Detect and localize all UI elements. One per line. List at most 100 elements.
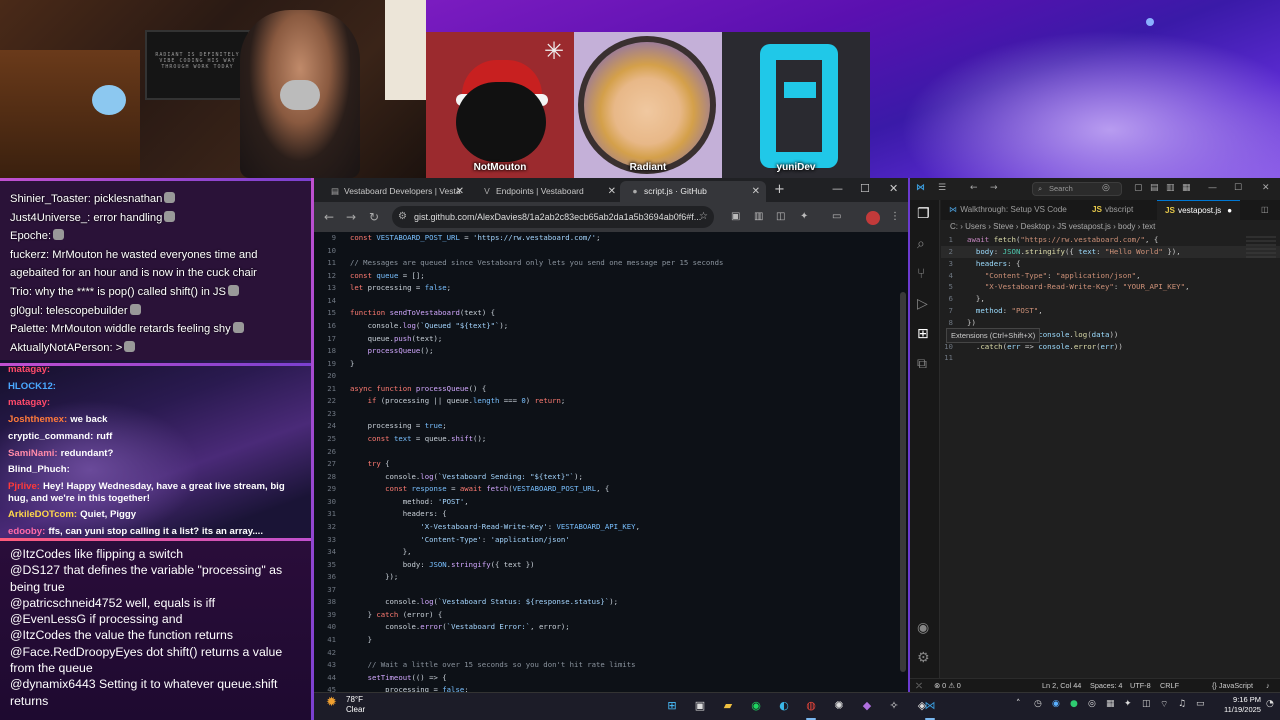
breadcrumb[interactable]: C: › Users › Steve › Desktop › JS vestap…: [950, 222, 1155, 231]
browser-tab-active[interactable]: ● script.js · GitHub ✕: [620, 181, 766, 202]
profile-avatar[interactable]: [866, 211, 880, 225]
chat-mention[interactable]: @DS127: [10, 563, 60, 577]
obsidian-icon[interactable]: ◆: [859, 698, 875, 714]
address-bar[interactable]: ⚙ gist.github.com/AlexDavies8/1a2ab2c83e…: [392, 206, 714, 228]
extension-icon[interactable]: ▥: [754, 211, 763, 222]
code-editor[interactable]: 1 await fetch("https://rw.vestaboard.com/…: [941, 234, 1280, 678]
chat-mention[interactable]: @EvenLessG: [10, 612, 86, 626]
maximize-icon[interactable]: ☐: [1234, 183, 1242, 193]
back-icon[interactable]: ←: [970, 183, 978, 193]
tray-icon[interactable]: ◫: [1142, 699, 1151, 709]
tray-icon[interactable]: ✦: [1124, 699, 1132, 709]
run-debug-icon[interactable]: ▷: [917, 296, 928, 312]
notifications-bell-icon[interactable]: ♪: [1266, 679, 1270, 692]
unsaved-dot-icon[interactable]: ●: [1227, 206, 1232, 215]
edge-icon[interactable]: ◐: [776, 698, 792, 714]
copilot-icon[interactable]: ◎: [1102, 183, 1110, 193]
minimize-icon[interactable]: —: [832, 182, 843, 195]
extensions-puzzle-icon[interactable]: ✦: [800, 211, 808, 222]
reload-icon[interactable]: ↻: [369, 210, 379, 224]
new-tab-button[interactable]: +: [774, 182, 785, 197]
account-icon[interactable]: ◉: [917, 620, 929, 636]
source-control-icon[interactable]: ⑂: [917, 266, 925, 282]
media-icon[interactable]: ▭: [832, 211, 841, 222]
site-info-icon[interactable]: ⚙: [398, 206, 407, 228]
cursor-position[interactable]: Ln 2, Col 44: [1042, 679, 1081, 692]
editor-line[interactable]: 2 body: JSON.stringify({ text: "Hello Wo…: [941, 245, 1280, 258]
chat-mention[interactable]: @patricschneid4752: [10, 596, 122, 610]
forward-icon[interactable]: →: [990, 183, 998, 193]
close-tab-icon[interactable]: ✕: [608, 181, 616, 202]
back-icon[interactable]: ←: [324, 210, 334, 224]
chat-username[interactable]: Blind_Phuch:: [8, 464, 70, 475]
tray-icon[interactable]: ▦: [1106, 699, 1115, 709]
browser-tab[interactable]: ▤ Vestaboard Developers | Vesta ✕: [320, 181, 470, 202]
remote-status-icon[interactable]: ⤫: [916, 679, 922, 692]
scrollbar[interactable]: [900, 292, 906, 672]
extension-icon[interactable]: ◫: [776, 211, 785, 222]
close-window-icon[interactable]: ✕: [1262, 183, 1270, 193]
wifi-icon[interactable]: ⌔: [1160, 699, 1168, 710]
tab-walkthrough[interactable]: ⋈ Walkthrough: Setup VS Code: [941, 200, 1075, 220]
tray-overflow-icon[interactable]: ˄: [1016, 699, 1021, 709]
chat-username[interactable]: edooby:: [8, 526, 45, 537]
tray-icon[interactable]: ●: [1070, 699, 1078, 709]
line-ending[interactable]: CRLF: [1160, 679, 1179, 692]
encoding[interactable]: UTF-8: [1130, 679, 1151, 692]
app-icon[interactable]: ✺: [831, 698, 847, 714]
file-explorer-icon[interactable]: ▰: [720, 698, 736, 714]
editor-line[interactable]: 5 "X-Vestaboard-Read-Write-Key": "YOUR_A…: [941, 281, 1280, 293]
close-tab-icon[interactable]: ✕: [752, 181, 760, 202]
extension-icon[interactable]: ▣: [731, 211, 740, 222]
editor-line[interactable]: 6 },: [941, 293, 1280, 305]
chat-username[interactable]: ArkileDOTcom:: [8, 509, 77, 520]
tab-vestapost[interactable]: JS vestapost.js ●: [1157, 200, 1241, 220]
explorer-icon[interactable]: ❐: [917, 206, 930, 222]
chat-username[interactable]: Joshthemex:: [8, 414, 67, 425]
editor-line[interactable]: 1 await fetch("https://rw.vestaboard.com/…: [941, 234, 1280, 246]
start-windows-icon[interactable]: ⊞: [664, 698, 680, 714]
volume-icon[interactable]: ♫: [1178, 699, 1186, 709]
notification-bell-icon[interactable]: ◔: [1266, 699, 1274, 709]
layout-icon[interactable]: ▦: [1182, 183, 1191, 193]
bookmark-star-icon[interactable]: ☆: [699, 211, 708, 222]
layout-icon[interactable]: ▥: [1166, 183, 1175, 193]
forward-icon[interactable]: →: [346, 210, 356, 224]
chat-mention[interactable]: @ItzCodes: [10, 547, 71, 561]
extensions-icon[interactable]: ⊞: [917, 326, 929, 342]
chat-mention[interactable]: @Face.RedDroopyEyes: [10, 645, 143, 659]
language-mode[interactable]: {} JavaScript: [1212, 679, 1253, 692]
chat-username[interactable]: HLOCK12:: [8, 381, 56, 392]
settings-gear-icon[interactable]: ⚙: [917, 650, 930, 666]
problems-status[interactable]: ⊗ 0 ⚠ 0: [934, 679, 961, 692]
editor-line[interactable]: 7 method: "POST",: [941, 305, 1280, 317]
remote-icon[interactable]: ⧉: [917, 356, 927, 372]
chat-username[interactable]: Pjrlive:: [8, 481, 40, 492]
tray-icon[interactable]: ◉: [1052, 699, 1060, 709]
layout-icon[interactable]: ▢: [1134, 183, 1143, 193]
chat-username[interactable]: cryptic_command:: [8, 431, 93, 442]
close-window-icon[interactable]: ✕: [889, 182, 898, 195]
chat-mention[interactable]: @ItzCodes: [10, 628, 71, 642]
maximize-icon[interactable]: ☐: [860, 182, 870, 195]
browser-tab[interactable]: V Endpoints | Vestaboard ✕: [472, 181, 622, 202]
tab-vbscript[interactable]: JS vbscript: [1084, 200, 1141, 220]
close-tab-icon[interactable]: ✕: [456, 181, 464, 202]
split-editor-icon[interactable]: ◫: [1253, 200, 1277, 220]
app-icon[interactable]: ✧: [886, 698, 902, 714]
menu-icon[interactable]: ☰: [938, 183, 946, 193]
editor-line[interactable]: 8}): [941, 317, 1280, 329]
vscode-taskbar-icon[interactable]: ⋈: [922, 698, 938, 714]
layout-icon[interactable]: ▤: [1150, 183, 1159, 193]
chat-username[interactable]: SamiNami:: [8, 448, 58, 459]
task-view-icon[interactable]: ▣: [692, 698, 708, 714]
spotify-icon[interactable]: ◉: [748, 698, 764, 714]
clock[interactable]: 9:16 PM 11/19/2025: [1224, 695, 1261, 715]
search-icon[interactable]: ⌕: [917, 236, 925, 252]
chrome-icon[interactable]: ◍: [803, 698, 819, 714]
tray-icon[interactable]: ◎: [1088, 699, 1096, 709]
chat-username[interactable]: matagay:: [8, 397, 50, 408]
minimize-icon[interactable]: —: [1208, 183, 1217, 193]
indentation[interactable]: Spaces: 4: [1090, 679, 1122, 692]
weather-widget[interactable]: ✹ 78°F Clear: [326, 695, 365, 715]
